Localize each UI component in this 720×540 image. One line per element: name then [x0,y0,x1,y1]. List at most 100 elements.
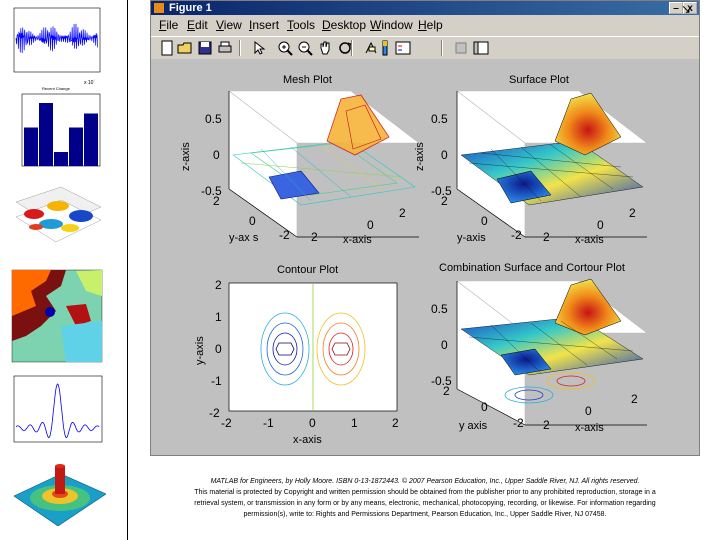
mesh-z-axis-label: z-axis [180,142,192,171]
bar-thumbnail-bar [39,103,53,166]
combination-xtick-1: 2 [543,418,550,432]
audio-signal-thumbnail[interactable]: x 10´ [6,4,106,90]
figure-canvas[interactable]: Mesh Plot 0.5 0 -0.5 z-axis 2 0 -2 y-ax … [151,59,699,455]
surface-x-axis-label: x-axis [575,234,604,246]
legend-icon[interactable] [395,40,411,56]
menu-view[interactable]: View [216,18,242,32]
combination-y-axis-label: y axis [459,420,488,432]
menu-help[interactable]: Help [418,18,443,32]
print-icon[interactable] [217,40,233,56]
surface-xtick-2: 0 [597,218,604,232]
sombrero-surface-thumbnail[interactable] [6,456,106,540]
surface-plot[interactable]: Surface Plot 0.5 0 -0.5 z-axis 2 0 -2 y-… [414,74,648,246]
menu-label: dit [195,18,208,32]
pan-hand-icon[interactable] [317,40,333,56]
menu-mnemonic: W [370,18,382,32]
menu-bar: File Edit View Insert Tools Desktop Window Help [151,16,699,34]
mesh-plot[interactable]: Mesh Plot 0.5 0 -0.5 z-axis 2 0 -2 y-ax … [180,74,420,246]
surface-ztick-1: 0.5 [431,112,448,126]
colorbar-icon[interactable] [377,40,393,56]
matlab-logo-icon [154,3,164,13]
contour-ytick-4: -1 [211,374,222,388]
surface-y-axis-label: y-axis [457,232,486,244]
dock-arrow-icon[interactable]: ↘ [681,2,691,16]
combination-ztick-1: 0.5 [431,302,448,316]
hide-plot-tools-icon[interactable] [453,40,469,56]
contour-xtick-5: 2 [392,416,399,430]
open-folder-icon[interactable] [177,40,193,56]
contour-ytick-1: 2 [215,278,222,292]
mesh-xtick-2: 0 [367,218,374,232]
bar-thumbnail-bar [69,127,83,166]
mesh-ztick-1: 0.5 [205,112,222,126]
menu-mnemonic: H [418,18,427,32]
combination-ytick-1: 2 [443,384,450,398]
toolbar-separator [239,40,241,56]
copyright-line-2: This material is protected by Copyright … [194,489,656,496]
surface-ztick-2: 0 [441,148,448,162]
mesh-x-axis-label: x-axis [343,234,372,246]
bar-chart-thumbnail[interactable]: Recent Change [6,84,106,174]
mesh-xtick-1: 2 [311,230,318,244]
contour-ytick-2: 1 [215,310,222,324]
contour-y-axis-label: y-axis [194,336,206,365]
combination-x-axis-label: x-axis [575,422,604,434]
menu-mnemonic: V [216,18,224,32]
combination-plot[interactable]: Combination Surface and Cortour Plot 0.5… [431,262,648,434]
contour-xtick-1: -2 [221,416,232,430]
mesh-ytick-3: -2 [279,228,290,242]
menu-insert[interactable]: Insert [249,18,279,32]
copyright-line-1: MATLAB for Engineers, by Holly Moore. IS… [210,478,640,485]
sombrero-surface-graphic [13,464,106,527]
surface-thumbnail-graphic [15,186,102,243]
bar-thumbnail-bar [24,127,38,166]
sinc-plot-thumbnail[interactable] [6,372,106,450]
surface-ytick-2: 0 [481,214,488,228]
contour-plot-title: Contour Plot [277,264,338,276]
title-bar[interactable]: Figure 1 – x [151,1,699,15]
save-icon[interactable] [197,40,213,56]
contour-ytick-5: -2 [209,406,220,420]
menu-label: elp [426,18,443,32]
contour-xtick-3: 0 [309,416,316,430]
surface-z-axis-label: z-axis [414,142,426,171]
pointer-arrow-icon[interactable] [251,40,267,56]
surface-thumbnail[interactable] [6,172,106,252]
show-plot-tools-icon[interactable] [473,40,489,56]
window-title: Figure 1 [169,2,212,14]
slide-thumbnail-strip: x 10´ Recent Change [0,0,128,540]
fractal-image-thumbnail[interactable] [6,266,106,366]
menu-label: ile [166,18,179,32]
zoom-in-icon[interactable] [277,40,293,56]
combination-xtick-2: 0 [585,404,592,418]
menu-edit[interactable]: Edit [187,18,208,32]
menu-file[interactable]: File [159,18,178,32]
contour-x-axis-label: x-axis [293,434,322,446]
surface-ytick-3: -2 [511,228,522,242]
bar-thumbnail-bar [54,152,68,166]
zoom-out-icon[interactable] [297,40,313,56]
figure-window[interactable]: Figure 1 – x File Edit View Insert Tools Desk… [150,0,700,456]
mesh-xtick-3: 2 [399,206,406,220]
toolbar [151,36,699,60]
menu-mnemonic: D [322,18,331,32]
mesh-ztick-2: 0 [213,148,220,162]
menu-label: iew [223,18,242,32]
new-file-icon[interactable] [159,40,175,56]
surface-ytick-1: 2 [441,194,448,208]
surface-xtick-1: 2 [543,230,550,244]
menu-label: ools [293,18,316,32]
combination-ytick-2: 0 [481,400,488,414]
menu-window[interactable]: Window [370,18,413,32]
copyright-line-4: permission(s), write to: Rights and Perm… [243,511,607,518]
menu-mnemonic: E [187,18,196,32]
figure-plots: Mesh Plot 0.5 0 -0.5 z-axis 2 0 -2 y-ax … [180,74,648,446]
surface-xtick-3: 2 [629,206,636,220]
menu-label: indow [381,18,413,32]
menu-tools[interactable]: Tools [287,18,315,32]
menu-label: nsert [252,18,280,32]
mesh-ytick-2: 0 [249,214,256,228]
contour-plot[interactable]: Contour Plot 2 1 0 -1 -2 y-axis -2 -1 0 … [194,264,399,446]
mesh-y-axis-label: y-ax s [229,232,259,244]
menu-desktop[interactable]: Desktop [322,18,366,32]
